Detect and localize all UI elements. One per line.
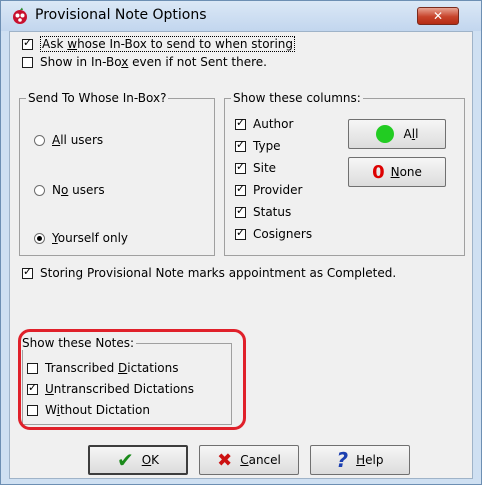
send-to-group: Send To Whose In-Box? All users No users… <box>19 91 215 256</box>
column-author-checkbox[interactable]: ✓ Author <box>235 116 293 131</box>
column-status-checkbox[interactable]: ✓ Status <box>235 204 291 219</box>
window-title: Provisional Note Options <box>35 7 207 23</box>
show-in-inbox-checkbox[interactable]: Show in In-Box even if not Sent there. <box>22 55 267 69</box>
app-icon <box>13 7 27 24</box>
question-mark-icon: ? <box>336 448 349 472</box>
cancel-button[interactable]: ✖ Cancel <box>199 445 299 475</box>
radio-no-users[interactable]: No users <box>34 183 105 197</box>
radio-yourself-only[interactable]: Yourself only <box>34 231 128 245</box>
radio-selected-dot <box>37 235 42 241</box>
help-button[interactable]: ? Help <box>310 445 410 475</box>
annotation-highlight <box>18 329 246 430</box>
ok-button[interactable]: ✔ OK <box>88 445 188 475</box>
column-type-checkbox[interactable]: ✓ Type <box>235 138 281 153</box>
columns-legend: Show these columns: <box>231 91 363 105</box>
ask-whose-inbox-label: Ask whose In-Box to send to when storing <box>40 36 296 52</box>
column-provider-checkbox[interactable]: ✓ Provider <box>235 182 302 197</box>
column-cosigners-checkbox[interactable]: ✓ Cosigners <box>235 226 312 241</box>
green-circle-icon <box>375 125 394 143</box>
title-bar[interactable]: Provisional Note Options ✕ <box>1 1 481 31</box>
send-to-legend: Send To Whose In-Box? <box>26 91 169 105</box>
close-button[interactable]: ✕ <box>417 7 459 25</box>
check-icon: ✔ <box>116 448 134 472</box>
show-in-inbox-label: Show in In-Box even if not Sent there. <box>40 55 267 69</box>
options-dialog: Provisional Note Options ✕ ✓ Ask whose I… <box>0 0 482 485</box>
column-site-checkbox[interactable]: ✓ Site <box>235 160 276 175</box>
storing-marks-completed-checkbox[interactable]: ✓ Storing Provisional Note marks appoint… <box>22 265 397 280</box>
check-mark-icon: ✓ <box>23 35 33 49</box>
storing-marks-completed-label: Storing Provisional Note marks appointme… <box>40 266 397 280</box>
close-icon: ✕ <box>432 9 444 23</box>
all-button[interactable]: All <box>348 119 446 149</box>
none-button[interactable]: 0 None <box>348 157 446 187</box>
x-icon: ✖ <box>217 449 233 471</box>
ask-whose-inbox-checkbox[interactable]: ✓ Ask whose In-Box to send to when stori… <box>22 35 296 52</box>
columns-group: Show these columns: ✓ Author ✓ Type ✓ Si… <box>224 91 465 256</box>
red-zero-icon: 0 <box>372 161 385 183</box>
radio-all-users[interactable]: All users <box>34 133 103 147</box>
